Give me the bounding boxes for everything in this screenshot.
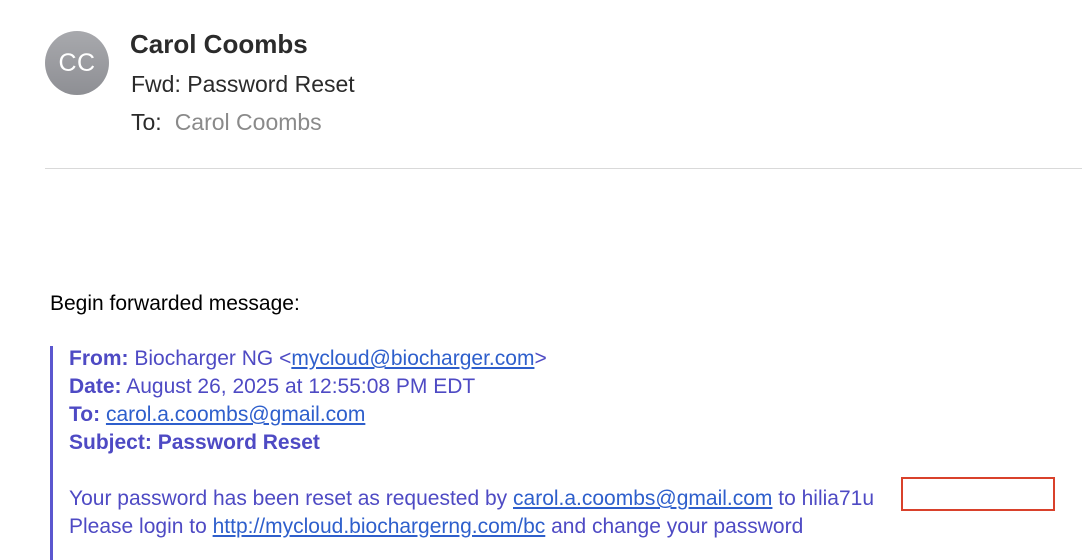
forwarded-to-line: To: carol.a.coombs@gmail.com [69,402,365,428]
forwarded-to-email-link[interactable]: carol.a.coombs@gmail.com [106,403,365,426]
message-line2-prefix: Please login to [69,515,213,538]
message-line2-suffix: and change your password [545,515,804,538]
message-line-1: Your password has been reset as requeste… [69,486,874,512]
recipient-label: To: [131,109,162,135]
message-line1-to: to [772,487,802,510]
avatar: CC [45,31,109,95]
reset-password-value: hilia71u [801,487,875,510]
forwarded-from-close: > [534,347,547,370]
forwarded-date-line: Date: August 26, 2025 at 12:55:08 PM EDT [69,374,475,400]
forwarded-subject-value: Password Reset [157,431,320,454]
avatar-initials: CC [58,48,96,77]
message-email-link[interactable]: carol.a.coombs@gmail.com [513,487,772,510]
message-line-2: Please login to http://mycloud.biocharge… [69,514,803,540]
forwarded-from-email-link[interactable]: mycloud@biocharger.com [291,347,534,370]
forwarded-from-line: From: Biocharger NG <mycloud@biocharger.… [69,346,547,372]
forwarded-subject-label: Subject: [69,431,152,454]
email-view: CC Carol Coombs Fwd: Password Reset To: C… [0,0,1082,560]
sender-name[interactable]: Carol Coombs [130,28,308,60]
recipient-name[interactable]: Carol Coombs [175,109,322,135]
forwarded-from-name: Biocharger NG < [134,347,292,370]
header-divider [45,168,1082,169]
forwarded-from-label: From: [69,347,129,370]
password-highlight-box [901,477,1055,511]
recipient-row: To: Carol Coombs [131,108,322,136]
forward-intro: Begin forwarded message: [50,292,300,315]
message-line1-prefix: Your password has been reset as requeste… [69,487,514,510]
email-subject: Fwd: Password Reset [131,71,355,97]
login-url-link[interactable]: http://mycloud.biochargerng.com/bc [213,515,546,538]
forwarded-date-label: Date: [69,375,122,398]
forwarded-date-value: August 26, 2025 at 12:55:08 PM EDT [126,375,476,398]
quote-bar [50,346,53,560]
forwarded-subject-line: Subject: Password Reset [69,430,320,456]
forwarded-to-label: To: [69,403,101,426]
